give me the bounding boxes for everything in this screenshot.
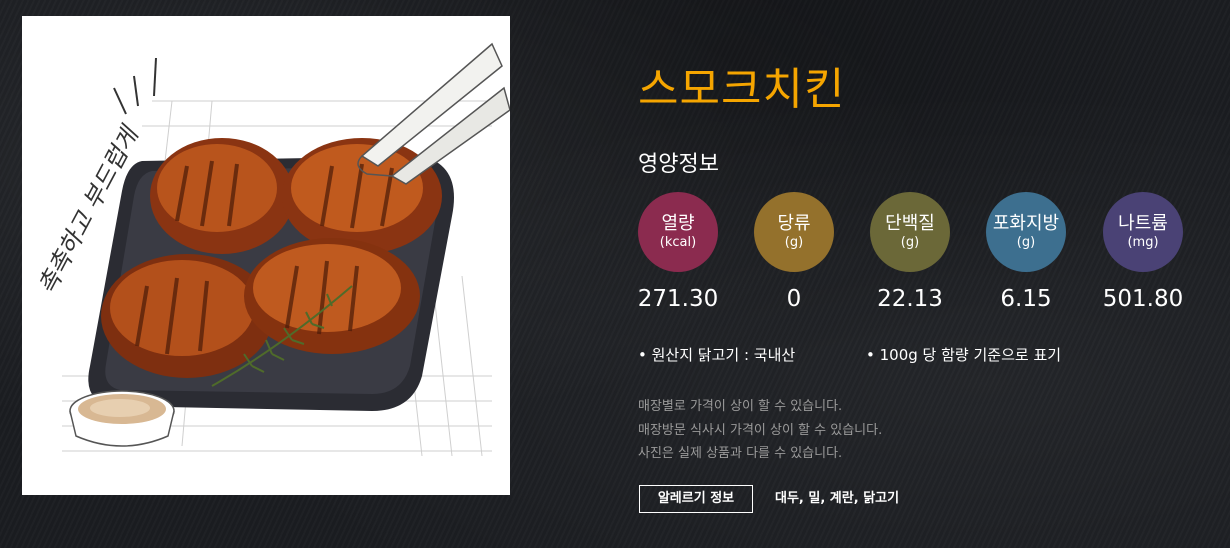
- nutrient-calories: 열량 (kcal) 271.30: [618, 192, 738, 314]
- nutrient-value: 22.13: [877, 286, 943, 312]
- nutrient-value: 0: [786, 286, 802, 312]
- product-title: 스모크치킨: [638, 64, 846, 115]
- allergy-list: 대두, 밀, 계란, 닭고기: [775, 491, 900, 506]
- nutrient-name: 열량: [661, 213, 695, 234]
- disclaimer-item: 사진은 실제 상품과 다를 수 있습니다.: [638, 446, 843, 461]
- nutrient-unit: (g): [784, 235, 804, 250]
- nutrition-title: 영양정보: [638, 152, 719, 177]
- nutrient-unit: (kcal): [659, 235, 697, 250]
- nutrient-badge: 열량 (kcal): [638, 192, 718, 272]
- nutrient-badge: 단백질 (g): [870, 192, 950, 272]
- nutrient-name: 포화지방: [992, 213, 1060, 234]
- nutrient-badge: 당류 (g): [754, 192, 834, 272]
- origin-note: • 원산지 닭고기 : 국내산: [638, 346, 796, 364]
- nutrient-sugar: 당류 (g) 0: [734, 192, 854, 314]
- nutrition-panel: 열량 (kcal) 271.30 당류 (g) 0 단백질 (g) 22.13 …: [638, 192, 1198, 322]
- nutrient-value: 271.30: [637, 286, 719, 312]
- nutrient-saturated-fat: 포화지방 (g) 6.15: [966, 192, 1086, 314]
- nutrient-name: 당류: [777, 213, 811, 234]
- disclaimer-item: 매장별로 가격이 상이 할 수 있습니다.: [638, 399, 843, 414]
- nutrient-unit: (g): [1016, 235, 1036, 250]
- nutrient-sodium: 나트륨 (mg) 501.80: [1083, 192, 1203, 314]
- disclaimer-item: 매장방문 식사시 가격이 상이 할 수 있습니다.: [638, 422, 883, 438]
- nutrient-name: 단백질: [885, 213, 935, 234]
- disclaimer-list: 매장별로 가격이 상이 할 수 있습니다. 매장방문 식사시 가격이 상이 할 …: [638, 395, 882, 466]
- nutrient-badge: 포화지방 (g): [986, 192, 1066, 272]
- product-image: 촉촉하고 부드럽게: [22, 16, 510, 495]
- nutrient-badge: 나트륨 (mg): [1103, 192, 1183, 272]
- nutrient-value: 501.80: [1102, 286, 1184, 312]
- allergy-info-button[interactable]: 알레르기 정보: [639, 485, 753, 513]
- nutrient-unit: (g): [900, 235, 920, 250]
- nutrient-name: 나트륨: [1118, 213, 1168, 234]
- nutrient-protein: 단백질 (g) 22.13: [850, 192, 970, 314]
- nutrient-unit: (mg): [1127, 235, 1159, 250]
- basis-note: • 100g 당 함량 기준으로 표기: [866, 346, 1062, 364]
- nutrient-value: 6.15: [1000, 286, 1052, 312]
